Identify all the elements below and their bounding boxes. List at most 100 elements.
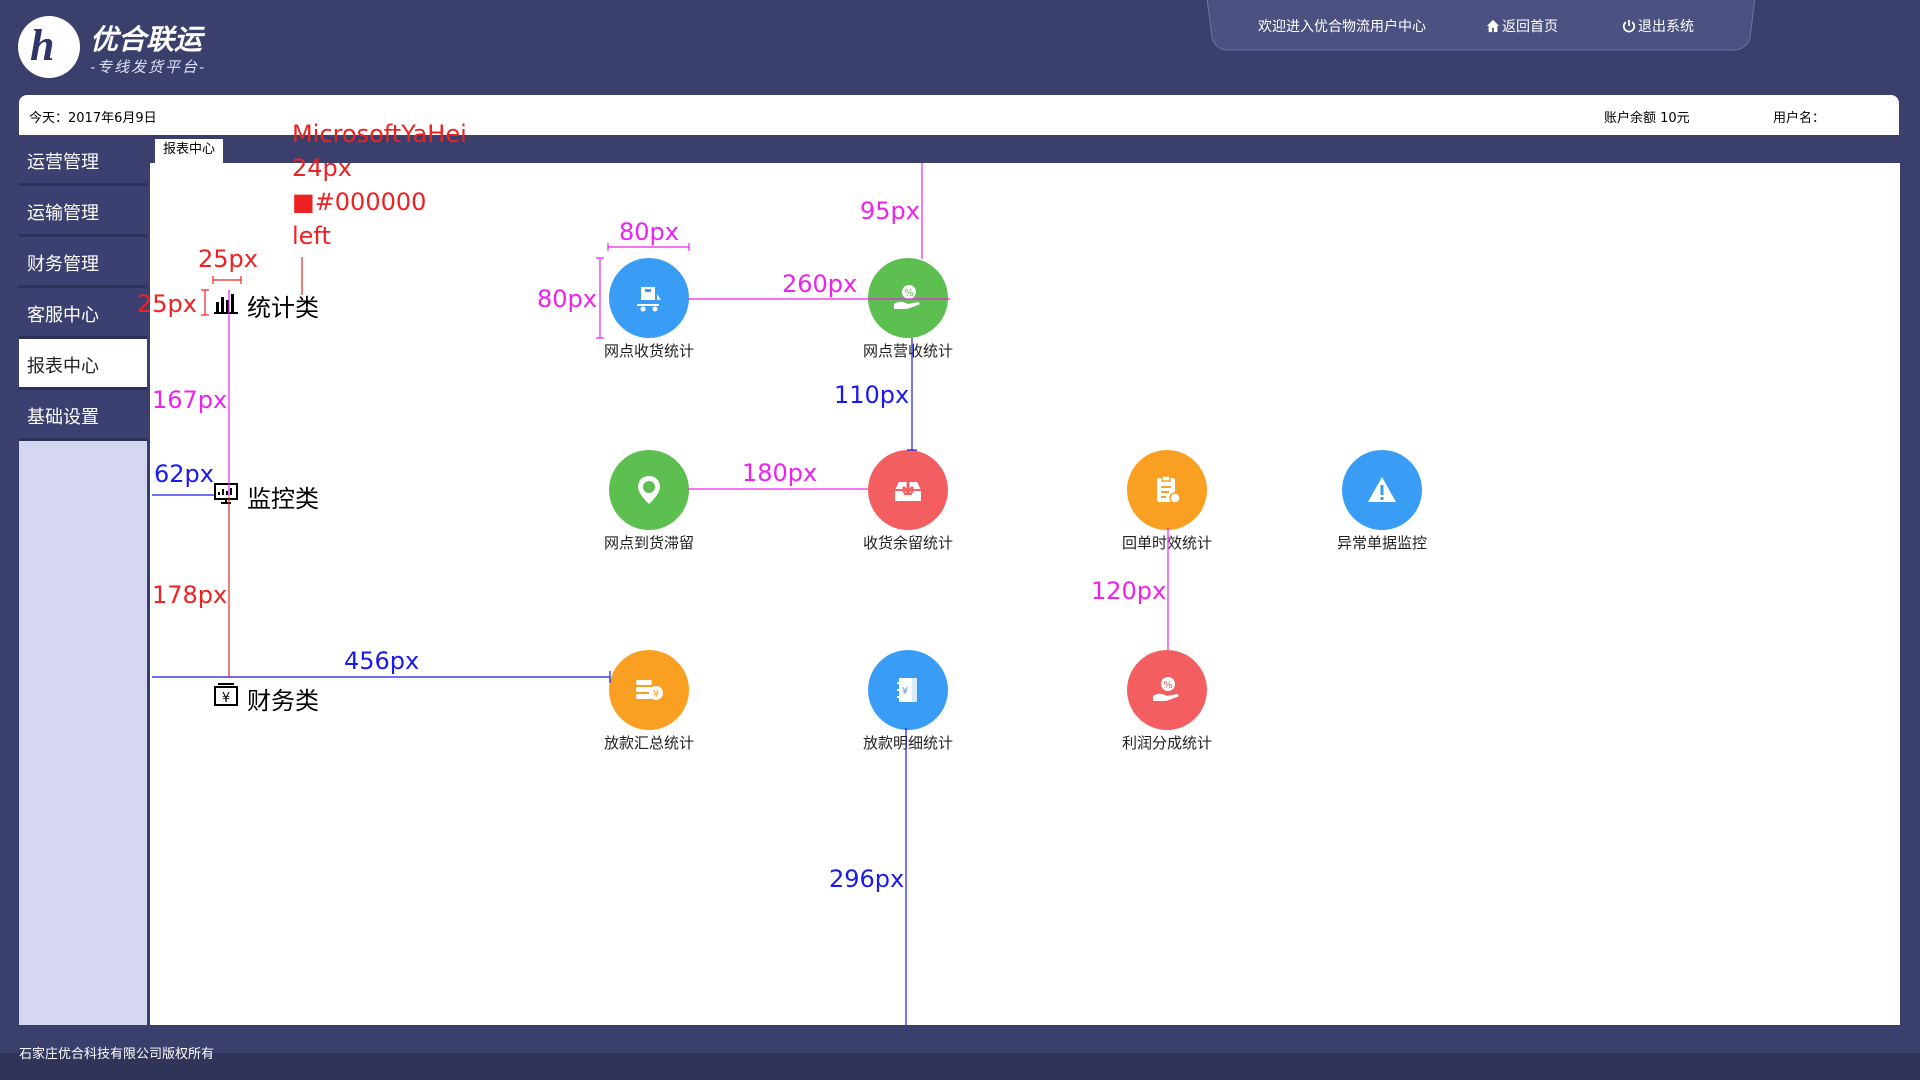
home-link-label: 返回首页 (1502, 19, 1558, 35)
annotation-80w: 80px (619, 218, 679, 246)
tile-stranded-stats-label: 网点到货滞留 (603, 534, 694, 552)
annotation-font-color: ■#000000 (292, 188, 427, 216)
annotation-font-size: 24px (292, 154, 352, 182)
svg-text:¥: ¥ (222, 691, 230, 706)
footer-bar (0, 1053, 1920, 1080)
tile-profit-share[interactable]: % 利润分成统计 (1112, 650, 1222, 760)
hand-percent-icon: % (1153, 677, 1179, 701)
monitor-icon (214, 483, 238, 504)
account-balance: 账户余额 10元 (1604, 111, 1690, 126)
logout-link-label: 退出系统 (1638, 19, 1694, 35)
annotation-178: 178px (152, 581, 228, 609)
annotation-110: 110px (834, 381, 910, 409)
annotation-font-align: left (292, 222, 331, 250)
tile-abnormal-monitor-label: 异常单据监控 (1336, 534, 1427, 552)
annotation-120: 120px (1091, 577, 1167, 605)
svg-text:¥: ¥ (902, 686, 908, 697)
tile-revenue-stats[interactable]: % 网点营收统计 (853, 258, 963, 368)
annotation-260: 260px (782, 270, 858, 298)
tile-shipment-stats-circle (609, 258, 689, 338)
tile-loan-detail[interactable]: ¥ 放款明细统计 (853, 650, 963, 760)
bar-chart-icon (214, 294, 238, 314)
svg-text:¥: ¥ (653, 689, 659, 700)
logo-mark: h (18, 16, 80, 78)
tile-remaining-stats-label: 收货余留统计 (862, 534, 953, 552)
sidebar-item-label: 客服中心 (27, 305, 99, 326)
coins-icon: ¥ (636, 680, 663, 700)
annotation-180: 180px (742, 459, 818, 487)
tile-stranded-stats-circle (609, 450, 689, 530)
tile-remaining-stats-circle (868, 450, 948, 530)
sidebar-item-label: 报表中心 (27, 356, 99, 377)
annotation-95: 95px (860, 197, 920, 225)
tile-shipment-stats-label: 网点收货统计 (603, 342, 694, 360)
tile-loan-summary-circle: ¥ (609, 650, 689, 730)
tile-revenue-stats-circle: % (868, 258, 948, 338)
tile-stranded-stats[interactable]: 网点到货滞留 (594, 450, 704, 560)
welcome-text: 欢迎进入优合物流用户中心 (1258, 19, 1426, 35)
logout-link[interactable]: 退出系统 (1622, 16, 1694, 36)
sidebar-item-reports[interactable]: 报表中心 (19, 339, 147, 390)
book-icon: ¥ (897, 678, 917, 702)
sidebar-item-label: 财务管理 (27, 254, 99, 275)
annotation-font-name: MicrosoftYaHei (292, 120, 467, 148)
top-nav: 欢迎进入优合物流用户中心 返回首页 退出系统 (1210, 0, 1750, 50)
category-monitor-label: 监控类 (247, 485, 319, 513)
tile-revenue-stats-label: 网点营收统计 (862, 342, 953, 360)
category-monitor: 监控类 (214, 479, 319, 514)
brand-title: 优合联运 (90, 24, 203, 55)
tab-reports[interactable]: 报表中心 (155, 139, 224, 163)
location-pin-icon (638, 476, 660, 504)
sidebar-item-operations[interactable]: 运营管理 (19, 135, 147, 186)
tile-abnormal-monitor[interactable]: 异常单据监控 (1327, 450, 1437, 560)
sidebar-item-label: 运营管理 (27, 152, 99, 173)
sidebar-item-label: 基础设置 (27, 407, 99, 428)
tile-profit-share-label: 利润分成统计 (1121, 734, 1212, 752)
sidebar-item-customer-service[interactable]: 客服中心 (19, 288, 147, 339)
inbox-icon (895, 480, 921, 501)
truck-box-icon (637, 287, 661, 312)
tile-receipt-stats-label: 回单时效统计 (1121, 534, 1212, 552)
tile-loan-detail-circle: ¥ (868, 650, 948, 730)
annotation-296: 296px (829, 865, 905, 893)
sidebar: 运营管理 运输管理 财务管理 客服中心 报表中心 基础设置 (19, 135, 147, 1025)
warning-icon (1368, 477, 1396, 502)
yuan-box-icon: ¥ (214, 683, 238, 706)
home-link[interactable]: 返回首页 (1486, 16, 1558, 36)
svg-text:%: % (1163, 680, 1173, 691)
category-stats-label: 统计类 (247, 294, 319, 322)
tile-abnormal-monitor-circle (1342, 450, 1422, 530)
clipboard-icon (1157, 475, 1181, 504)
svg-text:%: % (904, 288, 914, 299)
category-finance: ¥ 财务类 (214, 681, 319, 716)
annotation-25h: 25px (137, 290, 197, 318)
logo: h 优合联运 -专线发货平台- (18, 16, 218, 80)
copyright: 石家庄优合科技有限公司版权所有 (19, 1047, 215, 1062)
category-finance-label: 财务类 (247, 687, 319, 715)
annotation-25w: 25px (198, 245, 258, 273)
power-icon (1622, 19, 1636, 33)
tile-loan-summary[interactable]: ¥ 放款汇总统计 (594, 650, 704, 760)
annotation-80h: 80px (537, 285, 597, 313)
sidebar-item-finance[interactable]: 财务管理 (19, 237, 147, 288)
report-center-content: 统计类 监控类 ¥ 财务类 网点收货统计 % 网点营收统计 网点到货滞留 收货余… (150, 163, 1900, 1025)
tile-shipment-stats[interactable]: 网点收货统计 (594, 258, 704, 368)
annotation-62: 62px (154, 460, 214, 488)
username: 用户名： (1773, 111, 1826, 126)
tile-receipt-stats-circle (1127, 450, 1207, 530)
annotation-456: 456px (344, 647, 420, 675)
sidebar-item-settings[interactable]: 基础设置 (19, 390, 147, 441)
brand-subtitle: -专线发货平台- (90, 59, 206, 76)
sidebar-item-label: 运输管理 (27, 203, 99, 224)
tile-remaining-stats[interactable]: 收货余留统计 (853, 450, 963, 560)
category-stats: 统计类 (214, 288, 319, 323)
sidebar-item-transport[interactable]: 运输管理 (19, 186, 147, 237)
tile-receipt-stats[interactable]: 回单时效统计 (1112, 450, 1222, 560)
annotation-167: 167px (152, 386, 228, 414)
hand-coin-icon: % (894, 285, 920, 309)
home-icon (1486, 19, 1500, 33)
tile-loan-summary-label: 放款汇总统计 (603, 734, 694, 752)
tile-loan-detail-label: 放款明细统计 (862, 734, 953, 752)
tile-profit-share-circle: % (1127, 650, 1207, 730)
today-date: 今天：2017年6月9日 (29, 111, 157, 126)
